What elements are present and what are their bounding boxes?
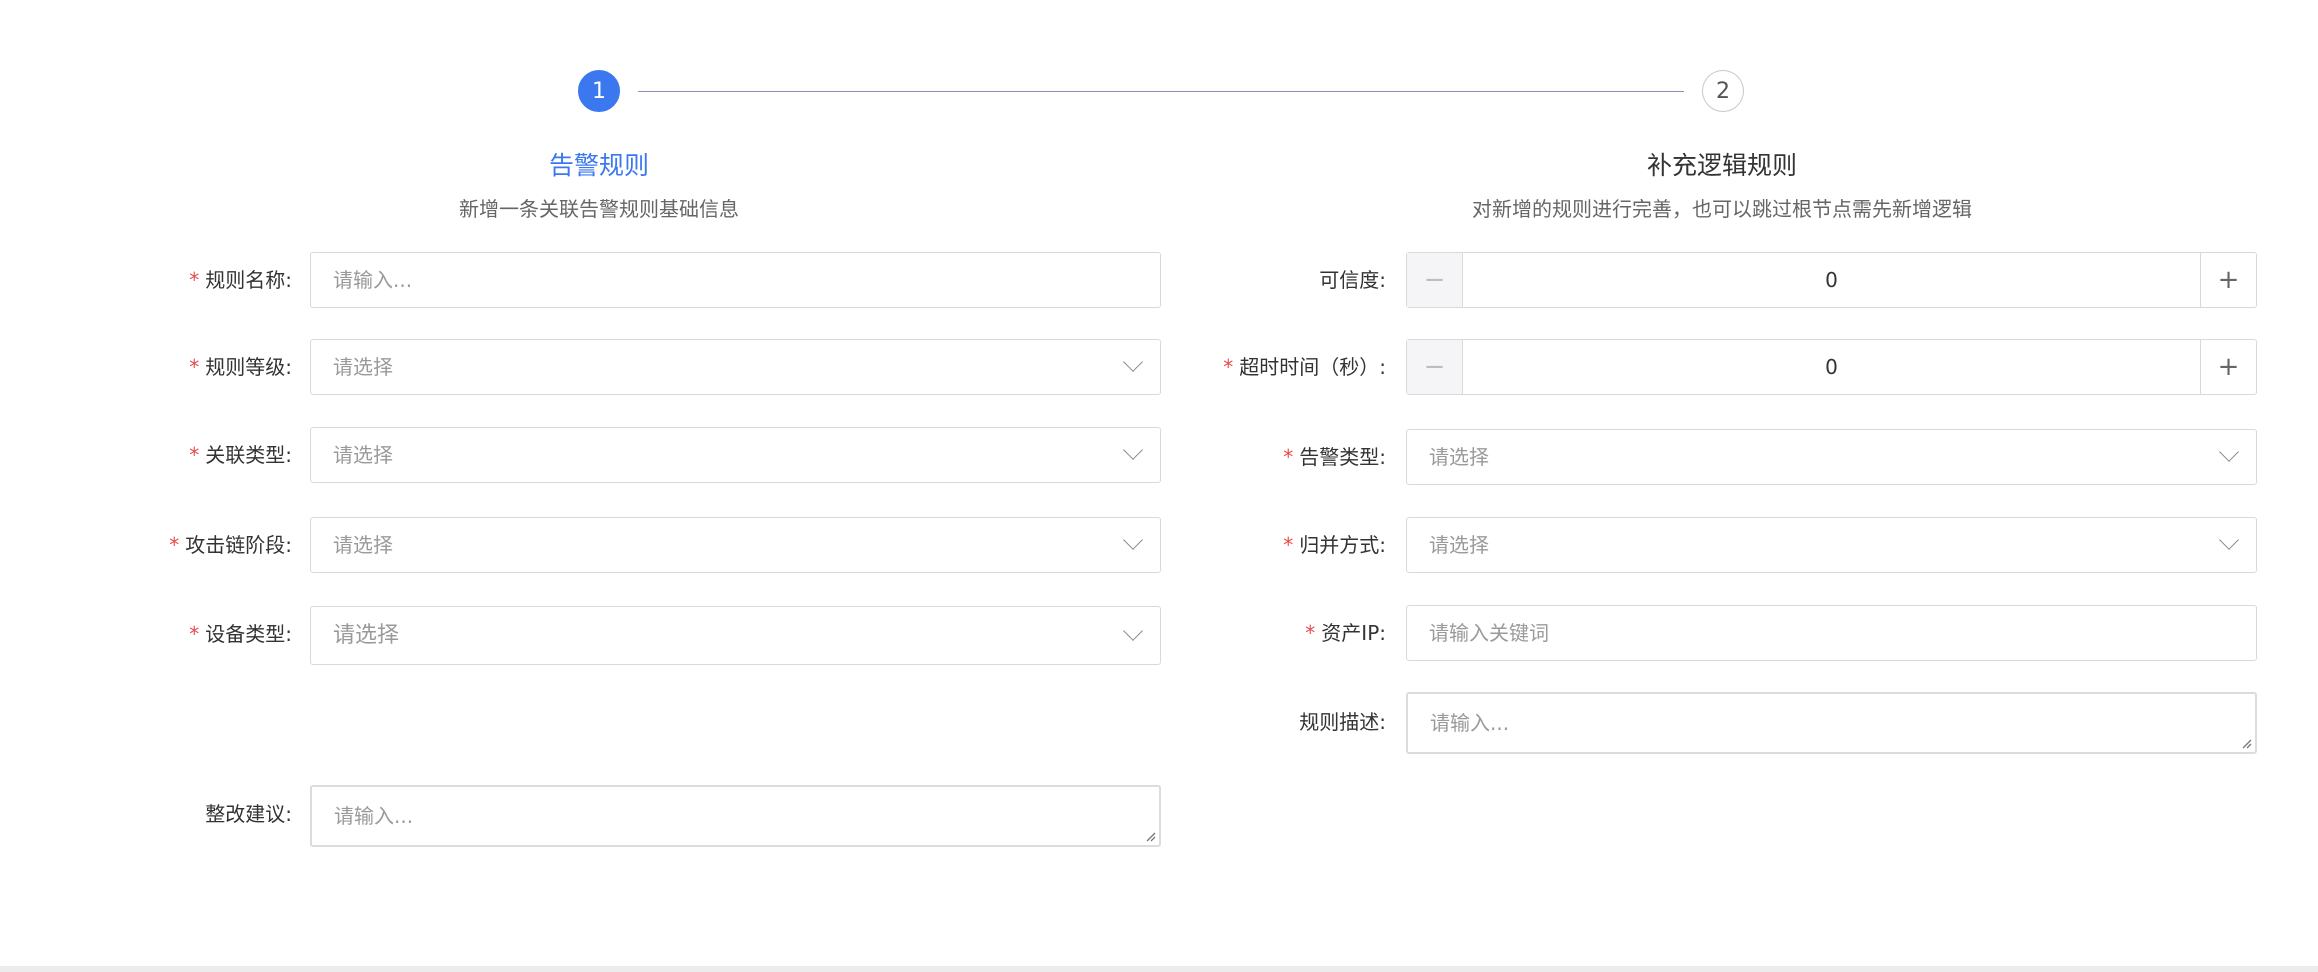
rule-level-label-text: 规则等级: [205,355,292,379]
rule-name-label-wrap: * 规则名称: [100,252,292,308]
credibility-decrement-button[interactable]: − [1407,253,1463,307]
asset-ip-label: * 资产IP: [1305,605,1386,661]
rule-level-placeholder: 请选择 [333,355,393,379]
required-mark: * [1283,445,1294,469]
bottom-divider [0,966,2318,972]
attack-chain-label-wrap: * 攻击链阶段: [100,517,292,573]
asset-ip-placeholder: 请输入关键词 [1429,621,1549,645]
chevron-down-icon [1123,530,1143,550]
merge-mode-placeholder: 请选择 [1429,533,1489,557]
required-mark: * [189,268,200,292]
rule-name-input[interactable]: 请输入... [310,252,1161,308]
required-mark: * [189,443,200,467]
required-mark: * [1223,355,1234,379]
rule-level-label-wrap: * 规则等级: [100,339,292,395]
timeout-increment-button[interactable]: + [2200,340,2256,394]
step-1-circle[interactable]: 1 [578,70,620,112]
rule-desc-label-wrap: 规则描述: [1200,694,1386,750]
credibility-stepper[interactable]: − 0 + [1406,252,2257,308]
rule-level-label: * 规则等级: [189,339,292,395]
resize-handle-icon[interactable] [2240,737,2252,749]
merge-mode-select[interactable]: 请选择 [1406,517,2257,573]
asset-ip-input[interactable]: 请输入关键词 [1406,605,2257,661]
required-mark: * [189,622,200,646]
alarm-type-placeholder: 请选择 [1429,445,1489,469]
merge-mode-label: * 归并方式: [1283,517,1386,573]
step-2-title[interactable]: 补充逻辑规则 [1647,146,1797,182]
step-2-description: 对新增的规则进行完善，也可以跳过根节点需先新增逻辑 [1472,197,1972,221]
step-1-description: 新增一条关联告警规则基础信息 [459,197,739,221]
rule-name-label: * 规则名称: [189,252,292,308]
chevron-down-icon [1123,621,1143,641]
step-1-number: 1 [592,78,606,104]
chevron-down-icon [2219,530,2239,550]
device-type-placeholder: 请选择 [333,623,400,648]
rectification-label-wrap: 整改建议: [100,786,292,842]
resize-handle-icon[interactable] [1144,830,1156,842]
step-2-number: 2 [1716,78,1730,104]
rule-name-placeholder: 请输入... [333,268,413,292]
merge-mode-label-text: 归并方式: [1299,533,1386,557]
merge-mode-label-wrap: * 归并方式: [1200,517,1386,573]
step-2-circle[interactable]: 2 [1702,70,1744,112]
step-1-title[interactable]: 告警规则 [549,146,649,182]
attack-chain-stage-select[interactable]: 请选择 [310,517,1161,573]
credibility-increment-button[interactable]: + [2200,253,2256,307]
rule-desc-label: 规则描述: [1299,710,1386,734]
alarm-type-label-wrap: * 告警类型: [1200,429,1386,485]
rectification-label: 整改建议: [205,802,292,826]
step-connector-line [638,91,1684,92]
alarm-type-label-text: 告警类型: [1299,445,1386,469]
timeout-label: * 超时时间（秒）: [1223,339,1386,395]
relation-type-label: * 关联类型: [189,427,292,483]
rule-desc-placeholder: 请输入... [1430,711,1510,735]
credibility-value[interactable]: 0 [1463,253,2200,307]
relation-type-label-text: 关联类型: [205,443,292,467]
required-mark: * [1283,533,1294,557]
device-type-label-wrap: * 设备类型: [100,606,292,662]
timeout-label-wrap: * 超时时间（秒）: [1200,339,1386,395]
device-type-select[interactable]: 请选择 [310,606,1161,665]
relation-type-select[interactable]: 请选择 [310,427,1161,483]
rectification-textarea[interactable]: 请输入... [310,785,1161,847]
attack-chain-label-text: 攻击链阶段: [185,533,292,557]
device-type-label-text: 设备类型: [205,622,292,646]
timeout-label-text: 超时时间（秒）: [1239,355,1386,379]
relation-type-label-wrap: * 关联类型: [100,427,292,483]
rule-desc-textarea[interactable]: 请输入... [1406,692,2257,754]
rectification-placeholder: 请输入... [334,804,414,828]
relation-type-placeholder: 请选择 [333,443,393,467]
chevron-down-icon [1123,352,1143,372]
asset-ip-label-wrap: * 资产IP: [1200,605,1386,661]
alarm-type-label: * 告警类型: [1283,429,1386,485]
attack-chain-placeholder: 请选择 [333,533,393,557]
attack-chain-label: * 攻击链阶段: [169,517,292,573]
credibility-label-wrap: 可信度: [1200,252,1386,308]
steps-indicator: 1 2 [0,70,2318,114]
timeout-value[interactable]: 0 [1463,340,2200,394]
rule-name-label-text: 规则名称: [205,268,292,292]
chevron-down-icon [1123,440,1143,460]
credibility-label: 可信度: [1319,268,1386,292]
asset-ip-label-text: 资产IP: [1321,621,1386,645]
required-mark: * [189,355,200,379]
timeout-stepper[interactable]: − 0 + [1406,339,2257,395]
device-type-label: * 设备类型: [189,606,292,662]
timeout-decrement-button[interactable]: − [1407,340,1463,394]
required-mark: * [1305,621,1316,645]
chevron-down-icon [2219,442,2239,462]
alarm-type-select[interactable]: 请选择 [1406,429,2257,485]
required-mark: * [169,533,180,557]
rule-level-select[interactable]: 请选择 [310,339,1161,395]
